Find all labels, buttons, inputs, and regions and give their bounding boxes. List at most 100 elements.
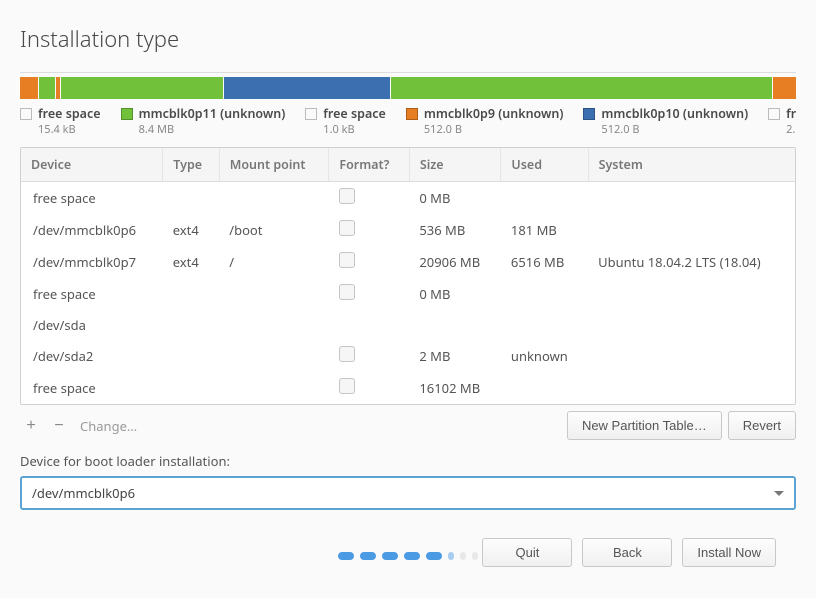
format-checkbox[interactable] [339, 346, 355, 362]
table-cell [588, 214, 795, 246]
table-cell: /boot [219, 214, 329, 246]
partition-segment[interactable] [56, 77, 61, 99]
format-checkbox[interactable] [339, 284, 355, 300]
add-partition-button[interactable]: + [20, 415, 42, 437]
page-title: Installation type [20, 24, 796, 54]
new-partition-table-button[interactable]: New Partition Table… [567, 411, 722, 440]
table-row[interactable]: free space0 MB [21, 278, 795, 310]
legend-item: free space15.4 kB [20, 105, 101, 137]
table-cell [588, 340, 795, 372]
remove-partition-button[interactable]: − [48, 415, 70, 437]
chevron-down-icon [774, 491, 784, 496]
partition-segment[interactable] [224, 77, 390, 99]
partition-legend: free space15.4 kB mmcblk0p11 (unknown)8.4… [20, 105, 796, 143]
bootloader-label: Device for boot loader installation: [20, 452, 796, 470]
partition-segment[interactable] [773, 77, 796, 99]
legend-item: free sp2.1 MB [768, 105, 796, 137]
table-cell: ext4 [163, 246, 220, 278]
table-cell [329, 372, 409, 404]
table-cell: 0 MB [409, 182, 501, 215]
legend-name: mmcblk0p9 (unknown) [424, 105, 564, 122]
legend-swatch [20, 108, 32, 120]
legend-name: free sp [786, 105, 796, 122]
table-cell: 536 MB [409, 214, 501, 246]
legend-size: 512.0 B [583, 122, 748, 137]
bootloader-device-select[interactable]: /dev/mmcblk0p6 [20, 476, 796, 510]
table-cell [329, 214, 409, 246]
table-cell [588, 278, 795, 310]
table-row[interactable]: /dev/mmcblk0p7ext4/20906 MB6516 MBUbuntu… [21, 246, 795, 278]
table-cell [501, 278, 588, 310]
table-cell [219, 372, 329, 404]
table-cell [329, 310, 409, 340]
table-cell [329, 246, 409, 278]
table-cell [501, 372, 588, 404]
bootloader-device-value: /dev/mmcblk0p6 [32, 484, 135, 502]
legend-size: 512.0 B [406, 122, 564, 137]
partition-segment[interactable] [20, 77, 38, 99]
legend-swatch [121, 108, 133, 120]
legend-name: free space [38, 105, 101, 122]
legend-size: 2.1 MB [768, 122, 796, 137]
column-header[interactable]: Used [501, 148, 588, 182]
table-cell: / [219, 246, 329, 278]
format-checkbox[interactable] [339, 252, 355, 268]
legend-swatch [583, 108, 595, 120]
quit-button[interactable]: Quit [482, 538, 572, 567]
legend-name: mmcblk0p10 (unknown) [601, 105, 748, 122]
change-partition-button[interactable]: Change… [80, 417, 137, 435]
partition-segment[interactable] [391, 77, 772, 99]
table-cell: /dev/sda [21, 310, 163, 340]
column-header[interactable]: System [588, 148, 795, 182]
table-row[interactable]: /dev/sda [21, 310, 795, 340]
column-header[interactable]: Device [21, 148, 163, 182]
back-button[interactable]: Back [582, 538, 672, 567]
table-cell: /dev/sda2 [21, 340, 163, 372]
table-row[interactable]: /dev/mmcblk0p6ext4/boot 536 MB181 MB [21, 214, 795, 246]
format-checkbox[interactable] [339, 220, 355, 236]
legend-name: mmcblk0p11 (unknown) [139, 105, 286, 122]
table-cell: Ubuntu 18.04.2 LTS (18.04) [588, 246, 795, 278]
table-row[interactable]: free space0 MB [21, 182, 795, 215]
legend-item: free space1.0 kB [305, 105, 386, 137]
format-checkbox[interactable] [339, 188, 355, 204]
table-cell [219, 182, 329, 215]
column-header[interactable]: Format? [329, 148, 409, 182]
legend-swatch [768, 108, 780, 120]
table-cell: /dev/mmcblk0p7 [21, 246, 163, 278]
legend-item: mmcblk0p11 (unknown)8.4 MB [121, 105, 286, 137]
table-cell [163, 340, 220, 372]
table-cell [588, 182, 795, 215]
legend-item: mmcblk0p9 (unknown)512.0 B [406, 105, 564, 137]
table-cell [329, 182, 409, 215]
column-header[interactable]: Mount point [219, 148, 329, 182]
table-cell: 181 MB [501, 214, 588, 246]
table-cell: unknown [501, 340, 588, 372]
table-cell [409, 310, 501, 340]
table-row[interactable]: free space16102 MB [21, 372, 795, 404]
table-cell [501, 182, 588, 215]
install-now-button[interactable]: Install Now [682, 538, 776, 567]
table-cell: /dev/mmcblk0p6 [21, 214, 163, 246]
partition-table[interactable]: DeviceTypeMount pointFormat?SizeUsedSyst… [20, 147, 796, 405]
table-cell [163, 372, 220, 404]
legend-size: 8.4 MB [121, 122, 286, 137]
table-row[interactable]: /dev/sda2 2 MBunknown [21, 340, 795, 372]
column-header[interactable]: Type [163, 148, 220, 182]
table-cell [163, 278, 220, 310]
legend-name: free space [323, 105, 386, 122]
revert-button[interactable]: Revert [728, 411, 796, 440]
table-cell [329, 340, 409, 372]
table-cell: 2 MB [409, 340, 501, 372]
partition-segment[interactable] [39, 77, 54, 99]
format-checkbox[interactable] [339, 378, 355, 394]
table-cell: free space [21, 372, 163, 404]
legend-swatch [406, 108, 418, 120]
partition-segment[interactable] [61, 77, 223, 99]
column-header[interactable]: Size [409, 148, 501, 182]
table-cell [501, 310, 588, 340]
table-cell [329, 278, 409, 310]
table-cell: 6516 MB [501, 246, 588, 278]
table-cell [163, 310, 220, 340]
table-cell: ext4 [163, 214, 220, 246]
